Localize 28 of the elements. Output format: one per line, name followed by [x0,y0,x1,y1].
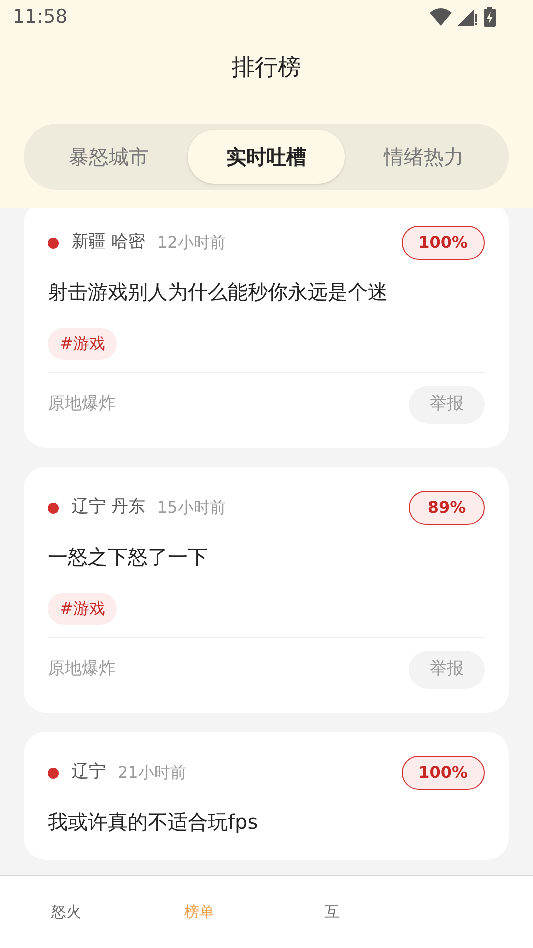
report-button[interactable]: 举报 [409,651,485,689]
nav-tab[interactable]: 互 [266,900,399,924]
signal-icon [458,8,478,26]
post-time: 12小时前 [157,232,226,254]
anger-percent: 100% [402,226,485,260]
post-text: 射击游戏别人为什么能秒你永远是个迷 [48,279,389,306]
wifi-icon [430,8,452,26]
segment-tab[interactable]: 实时吐槽 [188,130,346,184]
post-text: 我或许真的不适合玩fps [48,809,260,836]
nav-tab[interactable]: 怒火 [0,900,133,924]
location: 辽宁 [72,761,106,784]
post-time: 15小时前 [157,497,226,519]
location: 辽宁 丹东 [72,496,146,520]
post-text: 一怒之下怒了一下 [48,544,209,571]
topic-tag[interactable]: #游戏 [48,328,118,360]
reaction-label: 原地爆炸 [48,658,116,682]
report-button[interactable]: 举报 [409,386,485,424]
anger-percent: 89% [409,491,485,525]
status-time: 11:58 [13,4,68,30]
location: 新疆 哈密 [72,231,146,254]
segment-tab[interactable]: 暴怒城市 [30,130,188,184]
page-title: 排行榜 [231,54,302,83]
battery-icon [484,7,496,27]
topic-tag[interactable]: #游戏 [48,593,118,625]
segment-tab[interactable]: 情绪热力 [345,130,504,184]
reaction-label: 原地爆炸 [48,393,116,416]
anger-percent: 100% [402,756,485,790]
post-time: 21小时前 [118,762,186,784]
